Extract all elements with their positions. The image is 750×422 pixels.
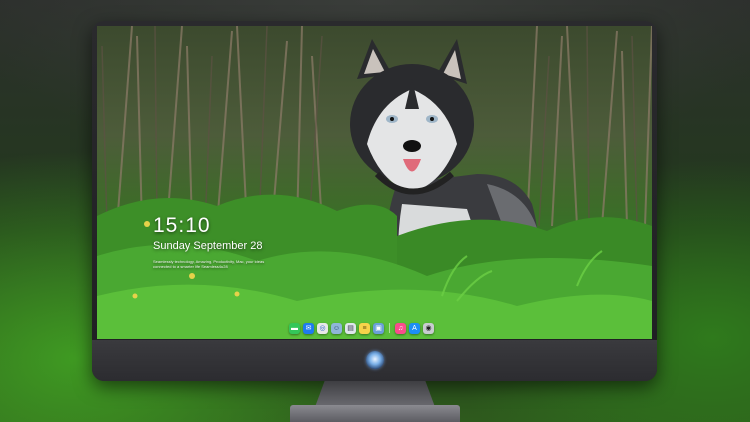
music-icon[interactable]: ♫ [395, 322, 406, 334]
camera-icon[interactable]: ◉ [423, 322, 434, 334]
messages-icon[interactable]: ▬ [289, 322, 300, 334]
dock-separator [389, 323, 390, 333]
monitor: 15:10 Sunday September 28 Seamlessly tec… [92, 21, 657, 381]
app-store-icon[interactable]: A [409, 322, 420, 334]
safari-icon[interactable]: ◎ [317, 322, 328, 334]
photos-icon[interactable]: ▣ [373, 322, 384, 334]
lock-screen-date: Sunday September 28 [153, 240, 263, 252]
lock-screen[interactable]: 15:10 Sunday September 28 Seamlessly tec… [97, 26, 652, 339]
monitor-stand-base [290, 405, 460, 422]
finder-icon[interactable]: ☺ [331, 322, 342, 334]
clapper-icon[interactable]: ▤ [345, 322, 356, 334]
monitor-stand-neck [315, 381, 435, 407]
mail-icon[interactable]: ✉ [303, 322, 314, 334]
dock: ▬ ✉ ◎ ☺ ▤ ≡ ▣ ♫ A ◉ [289, 321, 434, 335]
lock-screen-tagline: Seamlessly technology, Amazing, Producti… [153, 259, 265, 269]
wallpaper-grass [97, 194, 652, 339]
notes-icon[interactable]: ≡ [359, 322, 370, 334]
lock-screen-time: 15:10 [153, 214, 211, 237]
monitor-chin [92, 340, 657, 381]
brand-logo-icon [366, 351, 384, 369]
